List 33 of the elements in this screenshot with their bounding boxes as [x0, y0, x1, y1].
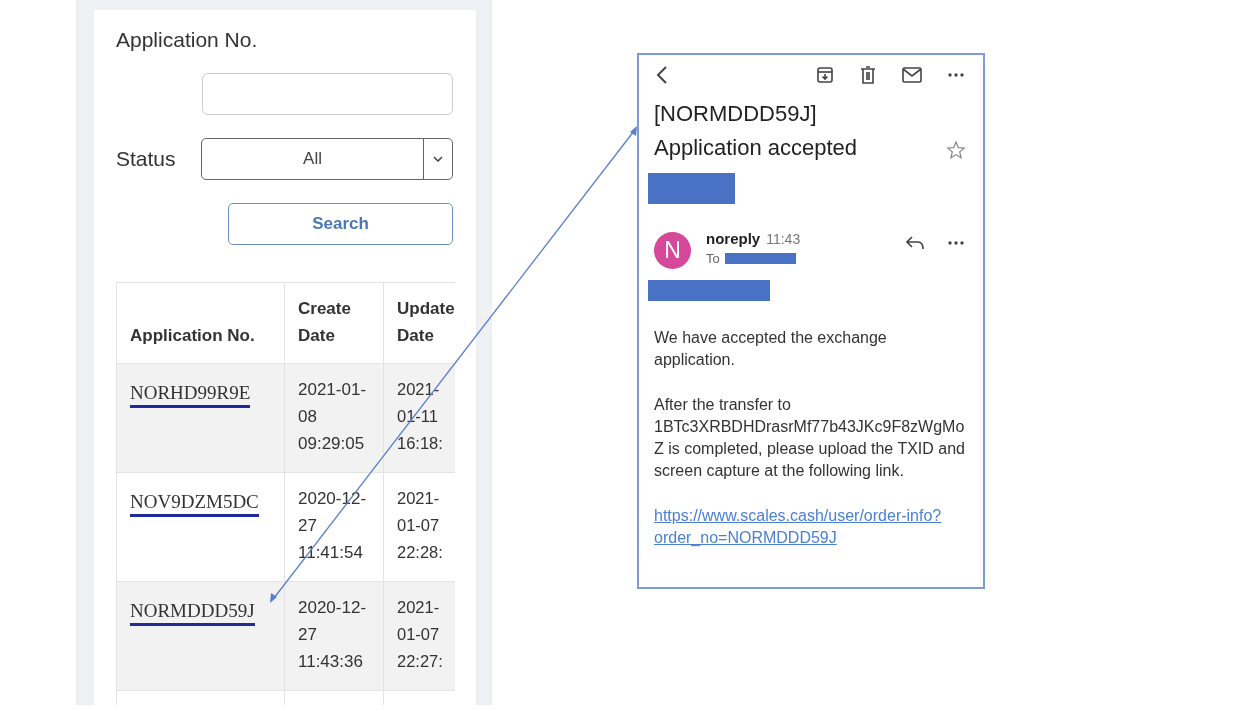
- time-label: 11:43: [766, 231, 801, 247]
- status-dropdown[interactable]: All: [201, 138, 453, 180]
- application-link[interactable]: NOV9DZM5DC: [130, 491, 259, 517]
- table-cell-text: 2020-12-27 11:43:36: [298, 597, 368, 673]
- avatar: N: [654, 232, 691, 269]
- column-header: Create Date: [298, 298, 352, 347]
- reply-icon[interactable]: [906, 236, 924, 250]
- order-link[interactable]: https://www.scales.cash/user/order-info?order_no=NORMDDD59J: [654, 504, 954, 550]
- field-label: Application No.: [116, 28, 259, 53]
- table-cell-text: 2021-01-07 22:27:: [397, 597, 444, 672]
- trash-icon[interactable]: [860, 66, 876, 84]
- mail-icon[interactable]: [902, 67, 922, 83]
- application-link[interactable]: NORMDDD59J: [130, 600, 255, 626]
- application-link[interactable]: NORHD99R9E: [130, 382, 251, 408]
- column-header: Application No.: [130, 325, 255, 347]
- email-paragraph: After the transfer to 1BTc3XRBDHDrasrMf77b43JKc9F8zWgMoZ is completed, please upload the TXID and screen capture at the following link.: [654, 394, 966, 482]
- email-paragraph: We have accepted the exchange application.: [654, 328, 888, 371]
- field-label: Status: [116, 147, 176, 171]
- star-icon[interactable]: [947, 141, 965, 159]
- caret-icon[interactable]: [433, 156, 443, 162]
- search-button[interactable]: Search: [228, 203, 453, 245]
- table-cell-text: 2021-01-07 22:28:: [397, 488, 444, 563]
- more-icon[interactable]: [948, 241, 964, 245]
- more-icon[interactable]: [948, 73, 964, 77]
- input-field[interactable]: [202, 73, 453, 115]
- redaction-bar: [724, 253, 796, 264]
- sender-name: noreply: [706, 230, 761, 247]
- column-header: Update Date: [397, 298, 455, 347]
- email-subject: [NORMDDD59J] Application accepted: [654, 100, 859, 162]
- archive-icon[interactable]: [816, 66, 834, 84]
- back-icon[interactable]: [656, 66, 668, 84]
- to-label: To: [706, 251, 720, 266]
- table-cell-text: 2021-01-08 09:29:05: [298, 379, 368, 455]
